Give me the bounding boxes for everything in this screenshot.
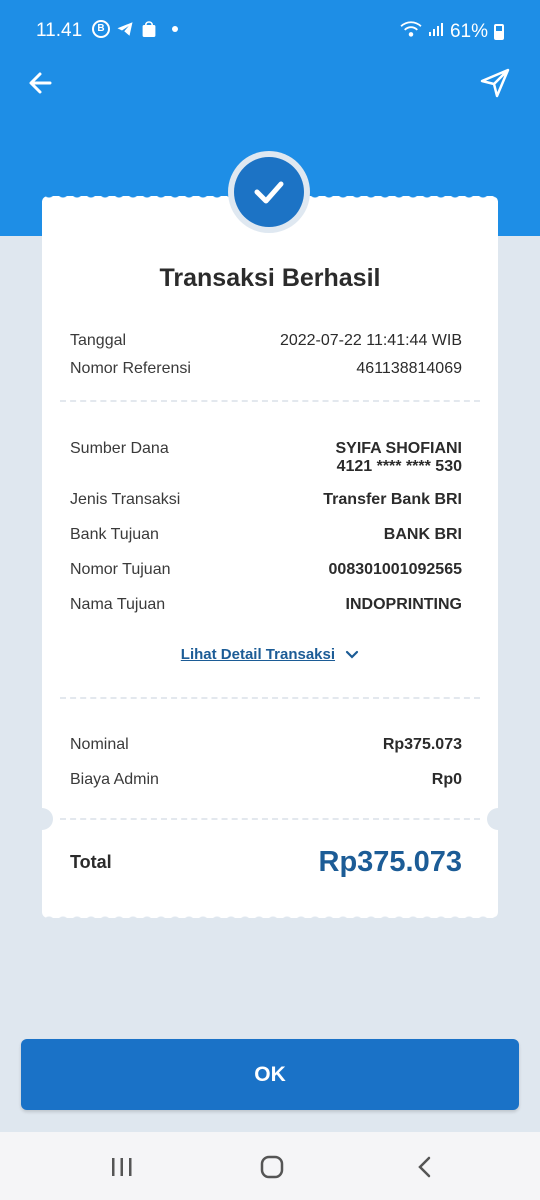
receipt-notch-left xyxy=(31,808,53,830)
nominal-row: Nominal Rp375.073 xyxy=(70,736,462,754)
home-button[interactable] xyxy=(259,1154,285,1180)
dest-number-label: Nomor Tujuan xyxy=(70,561,171,578)
source-name: SYIFA SHOFIANI xyxy=(335,440,462,457)
home-icon xyxy=(260,1155,284,1179)
battery-percent: 61% xyxy=(449,21,488,42)
chevron-down-icon xyxy=(345,647,359,664)
dest-number-value: 008301001092565 xyxy=(328,561,462,578)
battery-icon xyxy=(494,24,504,40)
source-label: Sumber Dana xyxy=(70,440,169,457)
telegram-icon xyxy=(116,20,134,38)
dest-number-row: Nomor Tujuan 008301001092565 xyxy=(70,561,462,579)
type-value: Transfer Bank BRI xyxy=(323,491,462,508)
source-account: 4121 **** **** 530 xyxy=(336,458,462,475)
system-back-button[interactable] xyxy=(412,1154,438,1180)
bank-row: Bank Tujuan BANK BRI xyxy=(70,526,462,544)
arrow-left-icon xyxy=(29,72,52,94)
checkmark-icon xyxy=(254,181,284,204)
nominal-label: Nominal xyxy=(70,736,129,753)
status-time: 11.41 xyxy=(36,20,83,41)
shop-icon xyxy=(140,20,158,38)
recents-button[interactable] xyxy=(108,1156,136,1178)
bank-label: Bank Tujuan xyxy=(70,526,159,543)
date-value: 2022-07-22 11:41:44 WIB xyxy=(279,332,462,349)
receipt-card: Transaksi Berhasil Tanggal 2022-07-22 11… xyxy=(31,192,509,922)
total-value: Rp375.073 xyxy=(318,846,463,878)
recents-icon xyxy=(112,1158,132,1176)
chevron-left-icon xyxy=(418,1156,431,1178)
notification-dot xyxy=(172,26,178,32)
divider xyxy=(60,400,480,402)
divider xyxy=(60,697,480,699)
bank-value: BANK BRI xyxy=(383,526,462,543)
dest-name-row: Nama Tujuan INDOPRINTING xyxy=(70,596,462,614)
wifi-icon xyxy=(400,20,422,44)
date-row: Tanggal 2022-07-22 11:41:44 WIB xyxy=(70,332,462,350)
source-row: Sumber Dana SYIFA SHOFIANI 4121 **** ***… xyxy=(70,440,462,476)
date-label: Tanggal xyxy=(70,332,127,349)
source-value: SYIFA SHOFIANI 4121 **** **** 530 xyxy=(335,440,462,476)
dest-name-value: INDOPRINTING xyxy=(345,596,462,613)
status-right: 61% xyxy=(400,20,504,44)
back-button[interactable] xyxy=(24,66,58,100)
dest-name-label: Nama Tujuan xyxy=(70,596,166,613)
total-label: Total xyxy=(70,852,112,872)
receipt-edge-bottom xyxy=(42,912,498,922)
signal-icon xyxy=(428,21,444,43)
page-title: Transaksi Berhasil xyxy=(159,264,381,292)
detail-link[interactable]: Lihat Detail Transaksi xyxy=(42,646,498,664)
reference-label: Nomor Referensi xyxy=(70,360,191,377)
reference-value: 461138814069 xyxy=(356,360,462,377)
ok-button[interactable]: OK xyxy=(21,1039,519,1110)
b-icon: B xyxy=(92,20,110,38)
notification-icons: B xyxy=(92,20,178,38)
admin-fee-row: Biaya Admin Rp0 xyxy=(70,771,462,789)
type-label: Jenis Transaksi xyxy=(70,491,181,508)
success-badge xyxy=(228,151,310,233)
reference-row: Nomor Referensi 461138814069 xyxy=(70,360,462,378)
admin-fee-value: Rp0 xyxy=(431,771,462,788)
divider xyxy=(60,818,480,820)
receipt-notch-right xyxy=(487,808,509,830)
type-row: Jenis Transaksi Transfer Bank BRI xyxy=(70,491,462,509)
system-navigation-bar xyxy=(0,1132,540,1200)
status-bar: 11.41 B 61% xyxy=(0,0,540,60)
admin-fee-label: Biaya Admin xyxy=(70,771,159,788)
detail-link-label: Lihat Detail Transaksi xyxy=(180,646,336,663)
nominal-value: Rp375.073 xyxy=(382,736,462,753)
send-icon xyxy=(480,68,510,98)
share-button[interactable] xyxy=(478,66,512,100)
success-badge-inner xyxy=(234,157,304,227)
